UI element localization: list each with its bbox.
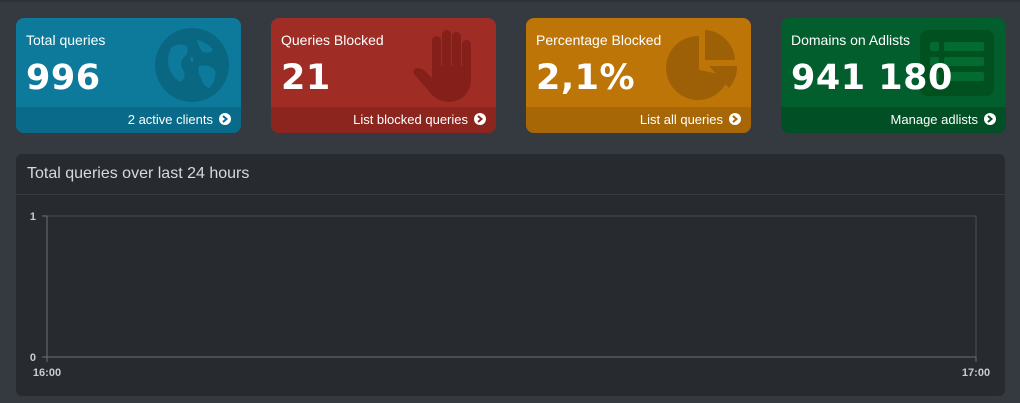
stat-value: 941 180 xyxy=(791,58,953,98)
y-tick-label: 1 xyxy=(30,211,36,223)
stat-title: Domains on Adlists xyxy=(791,32,911,48)
stat-value: 21 xyxy=(281,58,331,98)
stat-box-total-queries: Total queries 996 2 active clients xyxy=(16,18,241,133)
globe-icon xyxy=(155,28,229,102)
x-tick-label: 16:00 xyxy=(33,367,61,379)
stat-footer-label: List all queries xyxy=(639,112,723,127)
stat-value: 2,1% xyxy=(536,58,636,98)
stat-title: Total queries xyxy=(26,32,106,48)
arrow-circle-right-icon xyxy=(729,113,741,125)
arrow-circle-right-icon xyxy=(219,113,231,125)
dashboard-page: Total queries 996 2 active clients Queri… xyxy=(0,0,1020,403)
stat-footer-label: List blocked queries xyxy=(353,112,468,127)
list-blocked-queries-link[interactable]: List blocked queries xyxy=(271,107,496,133)
stat-footer-label: Manage adlists xyxy=(890,112,978,127)
stat-box-queries-blocked: Queries Blocked 21 List blocked queries xyxy=(271,18,496,133)
hand-icon xyxy=(413,30,471,102)
stat-footer-label: 2 active clients xyxy=(127,112,213,127)
x-tick-label: 17:00 xyxy=(962,367,990,379)
queries-chart-panel: Total queries over last 24 hours 0 1 16:00… xyxy=(16,154,1005,396)
stat-value: 996 xyxy=(26,58,101,98)
arrow-circle-right-icon xyxy=(474,113,486,125)
queries-line-chart: 0 1 16:00 17:00 xyxy=(30,211,990,379)
stat-title: Queries Blocked xyxy=(281,32,384,48)
chart-panel-title: Total queries over last 24 hours xyxy=(16,154,1005,195)
y-tick-label: 0 xyxy=(30,352,36,364)
manage-adlists-link[interactable]: Manage adlists xyxy=(781,107,1006,133)
stat-title: Percentage Blocked xyxy=(536,32,662,48)
pie-chart-icon xyxy=(666,30,738,100)
stat-box-percentage-blocked: Percentage Blocked 2,1% List all queries xyxy=(526,18,751,133)
list-all-queries-link[interactable]: List all queries xyxy=(526,107,751,133)
active-clients-link[interactable]: 2 active clients xyxy=(16,107,241,133)
arrow-circle-right-icon xyxy=(984,113,996,125)
stat-box-domains-on-adlists: Domains on Adlists 941 180 Manage adlist… xyxy=(781,18,1006,133)
